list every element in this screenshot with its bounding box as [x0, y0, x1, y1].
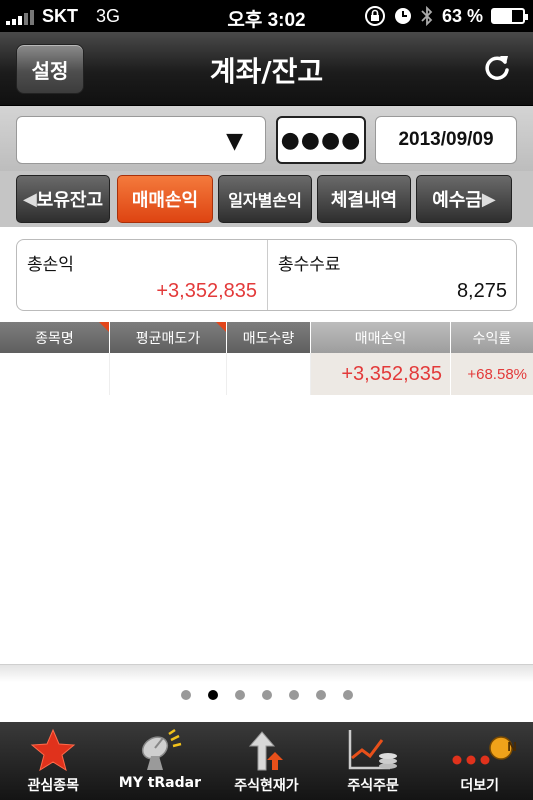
page-dot[interactable]: [180, 690, 191, 700]
chevron-right-icon: ▶: [481, 188, 496, 210]
filter-row: ▼ ●●●● 2013/09/09: [0, 106, 533, 171]
nav-current-price[interactable]: 주식현재가: [213, 722, 320, 800]
cell-name: [0, 353, 110, 395]
rotation-lock-icon: [364, 6, 385, 26]
page-dot[interactable]: [234, 690, 245, 700]
cell-return-rate: +68.58%: [451, 353, 533, 395]
total-fee-cell: 총수수료 8,275: [267, 240, 517, 310]
nav-stock-order[interactable]: 주식주문: [320, 722, 427, 800]
chart-coins-icon: [348, 730, 398, 770]
cell-avg-price: [110, 353, 227, 395]
cell-profit: +3,352,835: [311, 353, 451, 395]
status-bar: SKT 3G 오후 3:02 63 %: [0, 0, 533, 32]
total-profit-cell: 총손익 +3,352,835: [17, 240, 267, 310]
tab-holdings[interactable]: ◀ 보유잔고: [16, 175, 110, 223]
profit-summary: 총손익 +3,352,835 총수수료 8,275: [16, 239, 517, 311]
total-fee-label: 총수수료: [278, 255, 341, 275]
tab-label: 매매손익: [131, 190, 199, 211]
account-select[interactable]: ▼: [16, 116, 266, 164]
table-header: 종목명 평균매도가 매도수량 매매손익 수익률: [0, 322, 533, 353]
page-dot[interactable]: [315, 690, 326, 700]
column-header-return: 수익률: [451, 322, 533, 353]
page-dot[interactable]: [342, 690, 353, 700]
total-profit-value: +3,352,835: [156, 280, 257, 302]
tab-label: 체결내역: [330, 190, 398, 211]
tab-label: 예수금: [432, 190, 482, 211]
tab-bar: ◀ 보유잔고 매매손익 일자별손익 체결내역 예수금 ▶: [0, 171, 533, 227]
nav-label: 더보기: [460, 778, 499, 794]
new-badge: N: [507, 739, 517, 754]
nav-my-tradar[interactable]: MY tRadar: [107, 722, 214, 800]
tab-trade-profit[interactable]: 매매손익: [117, 175, 213, 223]
tab-deposit[interactable]: 예수금 ▶: [416, 175, 512, 223]
page-indicator: [0, 690, 533, 700]
column-label: 평균매도가: [135, 330, 201, 347]
column-label: 매매손익: [354, 330, 407, 347]
chevron-left-icon: ◀: [22, 188, 37, 210]
status-right: 63 %: [364, 5, 528, 27]
radar-dish-icon: [141, 728, 182, 770]
table-row[interactable]: +3,352,835 +68.58%: [0, 353, 533, 395]
nav-label: MY tRadar: [118, 775, 202, 791]
tab-label: 보유잔고: [36, 190, 104, 211]
tab-daily-profit[interactable]: 일자별손익: [218, 175, 312, 223]
alarm-clock-icon: [394, 8, 411, 24]
page-dot[interactable]: [288, 690, 299, 700]
password-field[interactable]: ●●●●: [276, 116, 366, 164]
star-icon: [31, 728, 76, 772]
column-header-sell-qty: 매도수량: [227, 322, 311, 353]
column-label: 종목명: [35, 330, 74, 347]
page-title: 계좌/잔고: [209, 55, 324, 88]
battery-fill: [493, 10, 512, 22]
battery-percent: 63 %: [441, 5, 483, 26]
total-profit-label: 총손익: [27, 255, 74, 275]
nav-watchlist[interactable]: 관심종목: [0, 722, 107, 800]
more-dots-icon: [452, 736, 513, 765]
dropdown-arrow-icon: ▼: [226, 129, 243, 154]
column-label: 매도수량: [242, 330, 295, 347]
battery-icon: [491, 8, 528, 24]
column-label: 수익률: [472, 330, 512, 347]
nav-label: 관심종목: [27, 778, 80, 794]
page-dot[interactable]: [207, 690, 218, 700]
page-dot[interactable]: [261, 690, 272, 700]
column-header-profit: 매매손익: [311, 322, 451, 353]
sort-corner-icon: [99, 322, 109, 332]
bottom-nav: 관심종목 MY tRadar 주식현재가 주식주문 N 더보기: [0, 722, 533, 800]
nav-label: 주식현재가: [234, 778, 299, 794]
sort-corner-icon: [216, 322, 226, 332]
title-bar: 설정 계좌/잔고: [0, 32, 533, 106]
date-field[interactable]: 2013/09/09: [375, 116, 517, 164]
refresh-icon[interactable]: [481, 52, 513, 84]
column-header-avg-price[interactable]: 평균매도가: [110, 322, 227, 353]
nav-label: 주식주문: [347, 778, 399, 794]
nav-more[interactable]: N 더보기: [426, 722, 533, 800]
tab-label: 일자별손익: [228, 191, 302, 210]
total-fee-value: 8,275: [456, 280, 507, 302]
column-header-name[interactable]: 종목명: [0, 322, 110, 353]
page-indicator-area: [0, 664, 533, 722]
cell-sell-qty: [227, 353, 311, 395]
price-up-arrow-icon: [249, 731, 284, 771]
tab-executions[interactable]: 체결내역: [317, 175, 411, 223]
bluetooth-icon: [421, 5, 433, 27]
